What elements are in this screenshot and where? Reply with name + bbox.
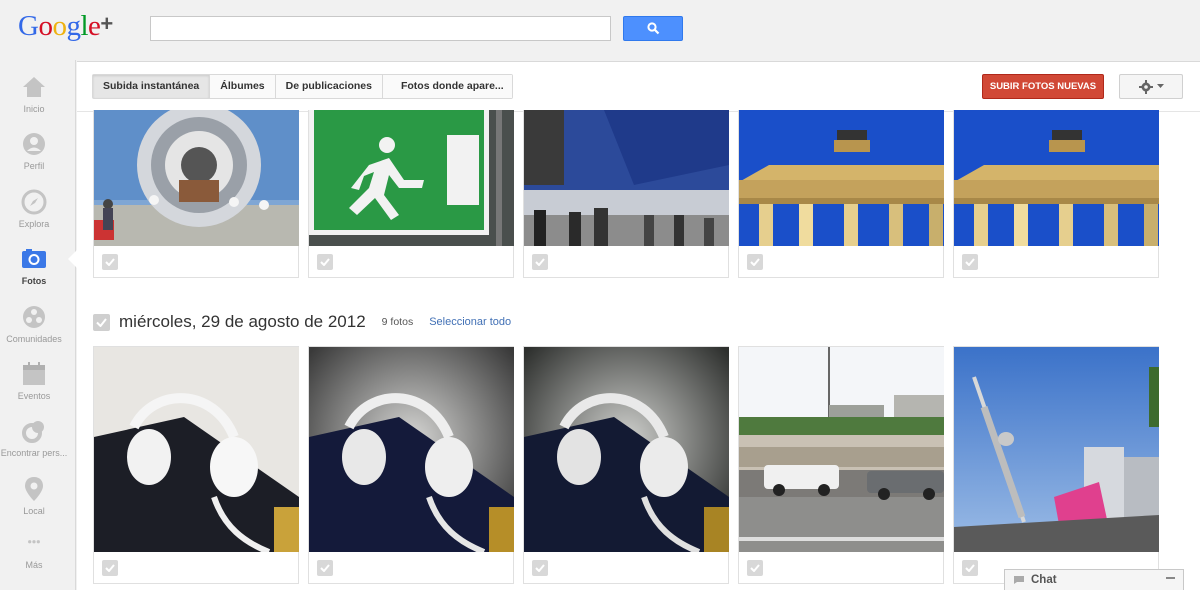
photo-card[interactable] bbox=[523, 110, 729, 278]
compass-icon bbox=[21, 189, 47, 215]
settings-button[interactable] bbox=[1119, 74, 1183, 99]
nav-label: Local bbox=[23, 506, 45, 516]
photo-thumbnail[interactable] bbox=[524, 347, 729, 552]
select-checkbox[interactable] bbox=[102, 254, 118, 270]
pin-icon bbox=[25, 477, 43, 501]
select-checkbox[interactable] bbox=[962, 560, 978, 576]
select-all-link[interactable]: Seleccionar todo bbox=[429, 316, 511, 328]
photo-card[interactable] bbox=[93, 346, 299, 584]
nav-item-perfil[interactable]: Perfil bbox=[0, 131, 68, 171]
nav-item-local[interactable]: Local bbox=[0, 476, 68, 516]
minimize-icon[interactable] bbox=[1166, 577, 1175, 579]
search-button[interactable] bbox=[623, 16, 683, 41]
find-people-icon bbox=[22, 421, 44, 443]
nav-label: Eventos bbox=[17, 391, 51, 401]
gear-icon bbox=[1138, 79, 1153, 94]
tab-from-posts[interactable]: De publicaciones bbox=[275, 75, 383, 98]
select-checkbox[interactable] bbox=[747, 560, 763, 576]
select-day-checkbox[interactable] bbox=[93, 313, 110, 331]
select-checkbox[interactable] bbox=[962, 254, 978, 270]
tab-instant-upload[interactable]: Subida instantánea bbox=[93, 75, 211, 98]
select-checkbox[interactable] bbox=[102, 560, 118, 576]
chevron-down-icon bbox=[1156, 84, 1164, 88]
photo-tabs: Subida instantánea Álbumes De publicacio… bbox=[92, 74, 513, 99]
search-input[interactable] bbox=[150, 16, 611, 41]
upload-photos-button[interactable]: SUBIR FOTOS NUEVAS bbox=[982, 74, 1104, 99]
select-checkbox[interactable] bbox=[532, 560, 548, 576]
photo-thumbnail[interactable] bbox=[954, 110, 1159, 246]
nav-label: Fotos bbox=[21, 276, 47, 286]
nav-label: Comunidades bbox=[6, 334, 62, 344]
more-icon bbox=[28, 540, 40, 544]
left-navigation: Inicio Perfil Explora Fotos Comunidades … bbox=[0, 60, 77, 590]
calendar-icon bbox=[23, 362, 45, 385]
section-date: miércoles, 29 de agosto de 2012 bbox=[119, 312, 366, 331]
photo-thumbnail[interactable] bbox=[739, 347, 944, 552]
google-plus-logo[interactable]: Google+ bbox=[18, 10, 113, 43]
photo-thumbnail[interactable] bbox=[309, 110, 514, 246]
nav-item-eventos[interactable]: Eventos bbox=[0, 361, 68, 401]
select-checkbox[interactable] bbox=[317, 254, 333, 270]
nav-item-comunidades[interactable]: Comunidades bbox=[0, 304, 68, 344]
profile-icon bbox=[23, 133, 45, 155]
nav-label: Inicio bbox=[23, 104, 45, 114]
photos-toolbar: Subida instantánea Álbumes De publicacio… bbox=[77, 62, 1200, 112]
top-bar: Google+ bbox=[0, 0, 1200, 60]
nav-label: Perfil bbox=[23, 161, 45, 171]
chat-label: Chat bbox=[1031, 574, 1057, 586]
select-checkbox[interactable] bbox=[317, 560, 333, 576]
select-checkbox[interactable] bbox=[532, 254, 548, 270]
active-nav-pointer bbox=[68, 250, 77, 268]
tab-albums[interactable]: Álbumes bbox=[210, 75, 276, 98]
nav-item-fotos[interactable]: Fotos bbox=[0, 246, 68, 286]
photo-thumbnail[interactable] bbox=[954, 347, 1159, 552]
photo-thumbnail[interactable] bbox=[524, 110, 729, 246]
photo-card[interactable] bbox=[93, 110, 299, 278]
photo-card[interactable] bbox=[738, 346, 944, 584]
photo-thumbnail[interactable] bbox=[309, 347, 514, 552]
select-checkbox[interactable] bbox=[747, 254, 763, 270]
nav-item-inicio[interactable]: Inicio bbox=[0, 74, 68, 114]
photo-card[interactable] bbox=[308, 346, 514, 584]
chat-icon bbox=[1014, 576, 1024, 584]
nav-label: Explora bbox=[18, 219, 50, 229]
photo-card[interactable] bbox=[523, 346, 729, 584]
home-icon bbox=[23, 77, 45, 97]
photo-card[interactable] bbox=[953, 346, 1159, 584]
nav-label: Encontrar pers... bbox=[0, 448, 68, 458]
nav-item-mas[interactable]: Más bbox=[0, 538, 68, 570]
photo-thumbnail[interactable] bbox=[94, 110, 299, 246]
tab-photos-of-me[interactable]: Fotos donde apare... bbox=[382, 75, 512, 98]
photo-count: 9 fotos bbox=[381, 316, 414, 328]
chat-panel[interactable]: Chat bbox=[1004, 569, 1184, 590]
photo-card[interactable] bbox=[738, 110, 944, 278]
photo-card[interactable] bbox=[308, 110, 514, 278]
date-section-header: miércoles, 29 de agosto de 2012 9 fotos … bbox=[93, 311, 511, 333]
search-icon bbox=[646, 22, 659, 35]
photo-card[interactable] bbox=[953, 110, 1159, 278]
camera-icon bbox=[22, 249, 46, 268]
nav-label: Más bbox=[25, 560, 43, 570]
photo-thumbnail[interactable] bbox=[94, 347, 299, 552]
nav-item-explora[interactable]: Explora bbox=[0, 189, 68, 229]
communities-icon bbox=[23, 306, 45, 328]
nav-item-encontrar-personas[interactable]: Encontrar pers... bbox=[0, 418, 68, 458]
photo-thumbnail[interactable] bbox=[739, 110, 944, 246]
